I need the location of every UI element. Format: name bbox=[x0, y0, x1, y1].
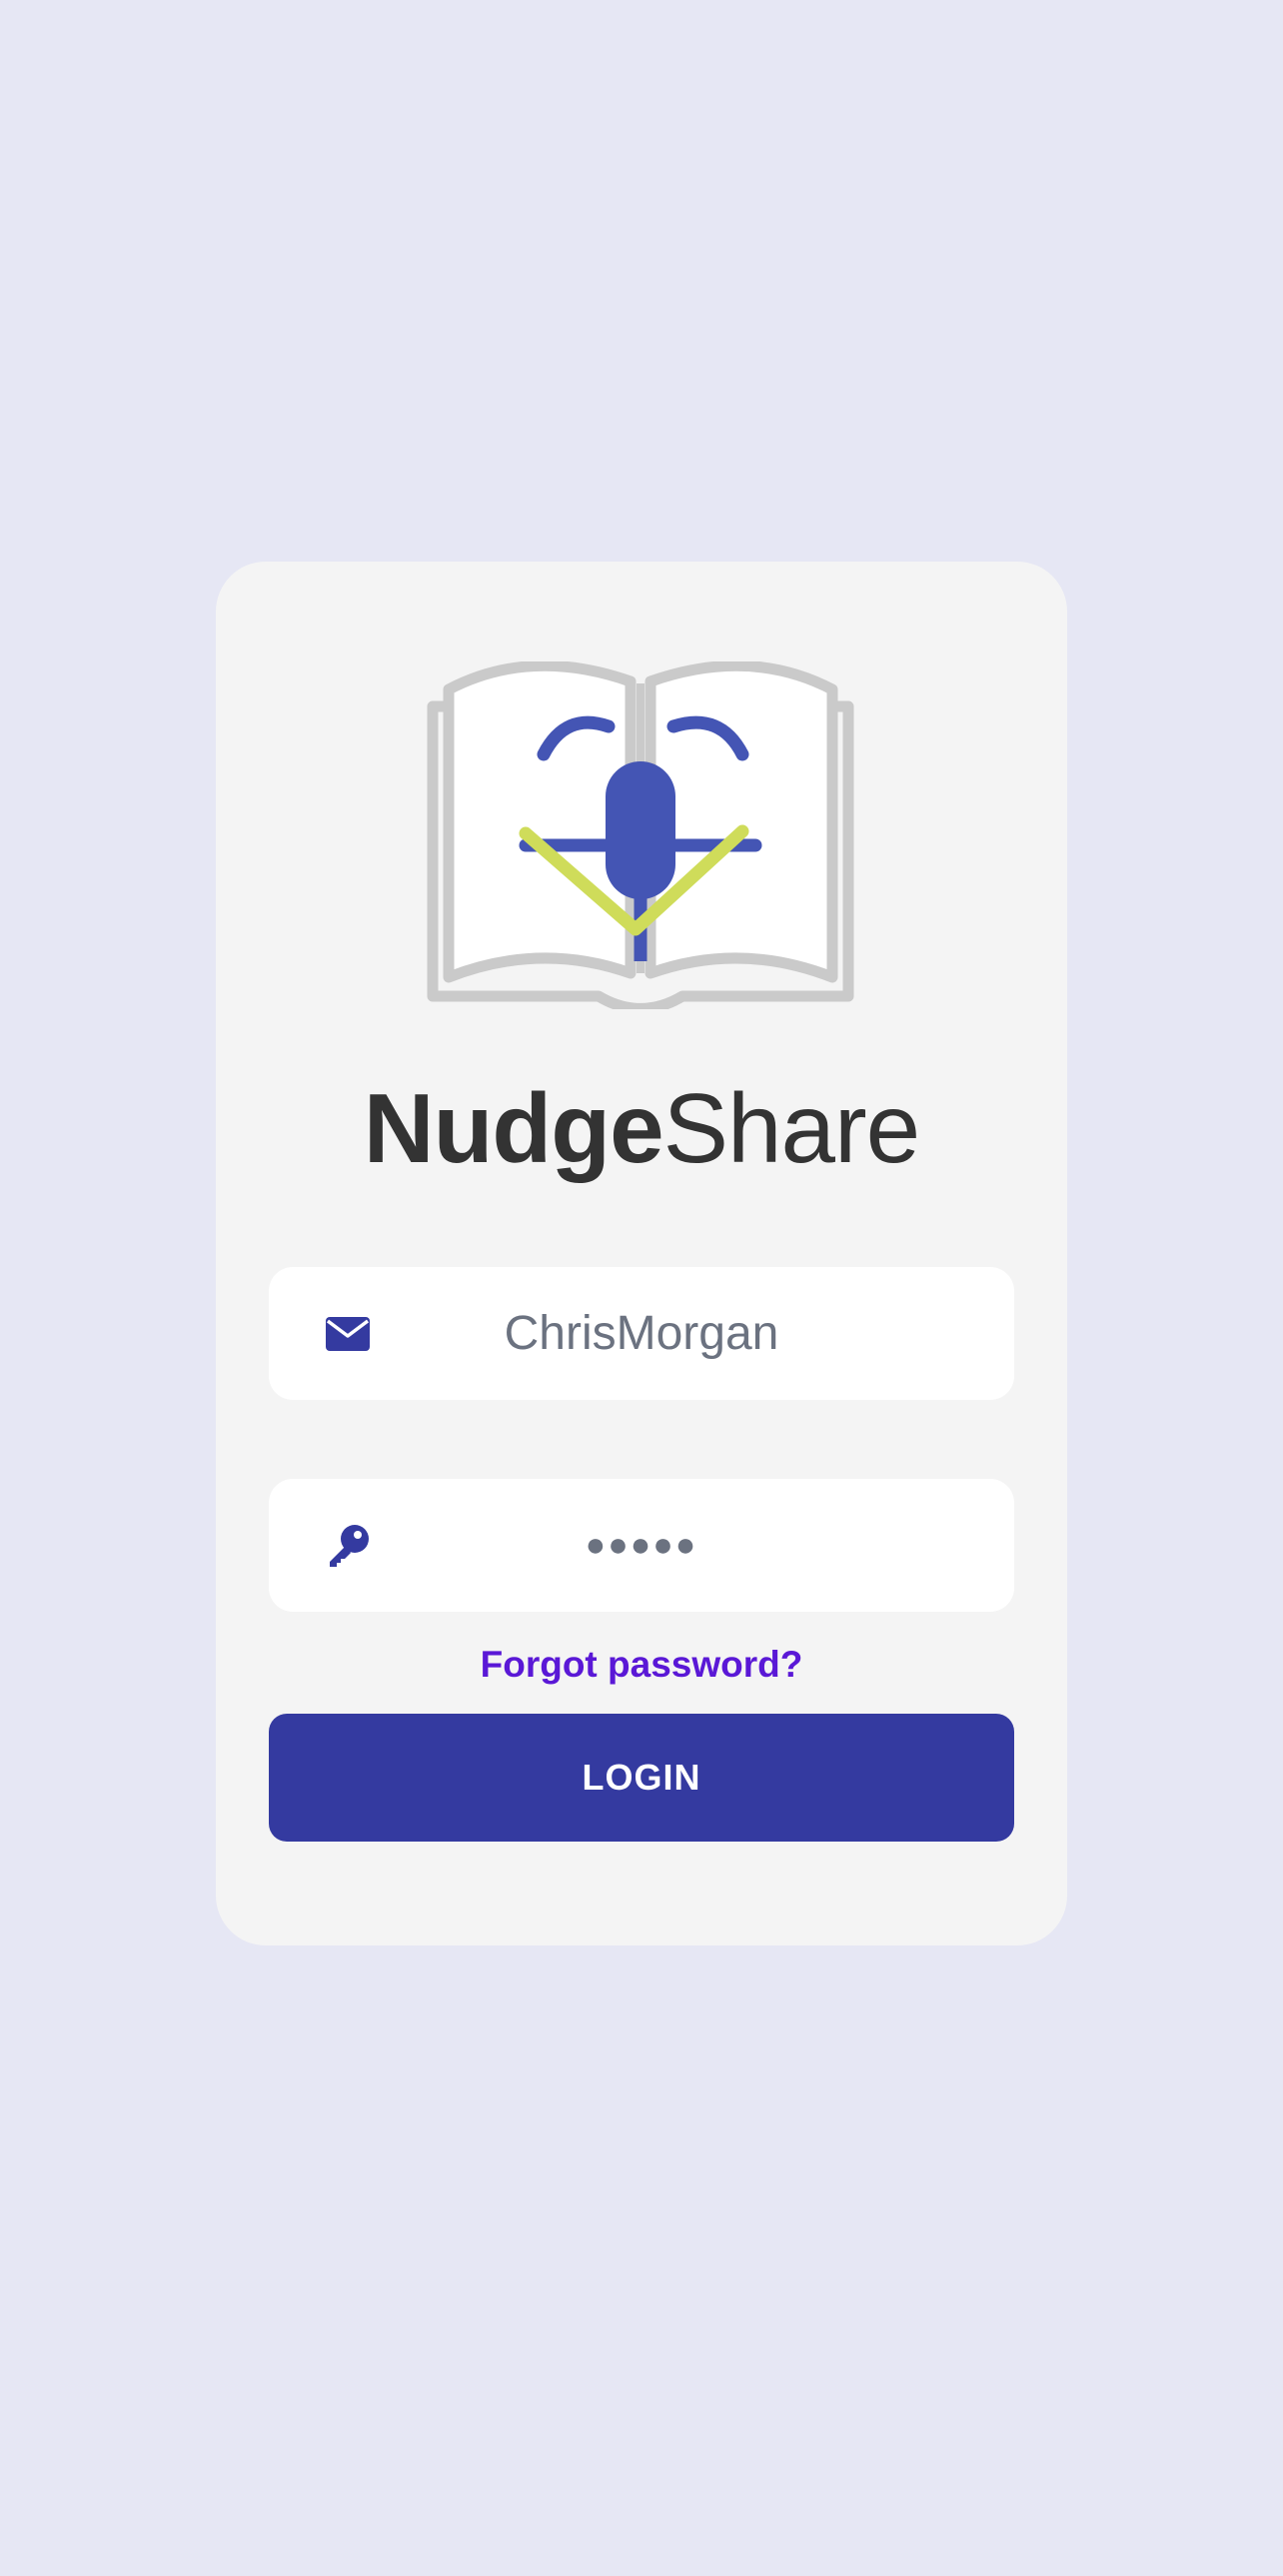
password-field[interactable]: ●●●●● bbox=[269, 1479, 1014, 1612]
forgot-password-link[interactable]: Forgot password? bbox=[216, 1644, 1067, 1686]
brand-name-light: Share bbox=[662, 1073, 921, 1183]
login-button[interactable]: LOGIN bbox=[269, 1714, 1014, 1842]
password-masked-value[interactable]: ●●●●● bbox=[269, 1479, 1014, 1612]
login-card: NudgeShare ChrisMorgan ●●●●● Forgot pass… bbox=[216, 562, 1067, 1945]
username-field[interactable]: ChrisMorgan bbox=[269, 1267, 1014, 1400]
brand-name: NudgeShare bbox=[216, 1079, 1067, 1177]
username-value[interactable]: ChrisMorgan bbox=[269, 1267, 1014, 1400]
brand-name-bold: Nudge bbox=[363, 1073, 664, 1183]
nudgeshare-logo bbox=[427, 661, 854, 1009]
